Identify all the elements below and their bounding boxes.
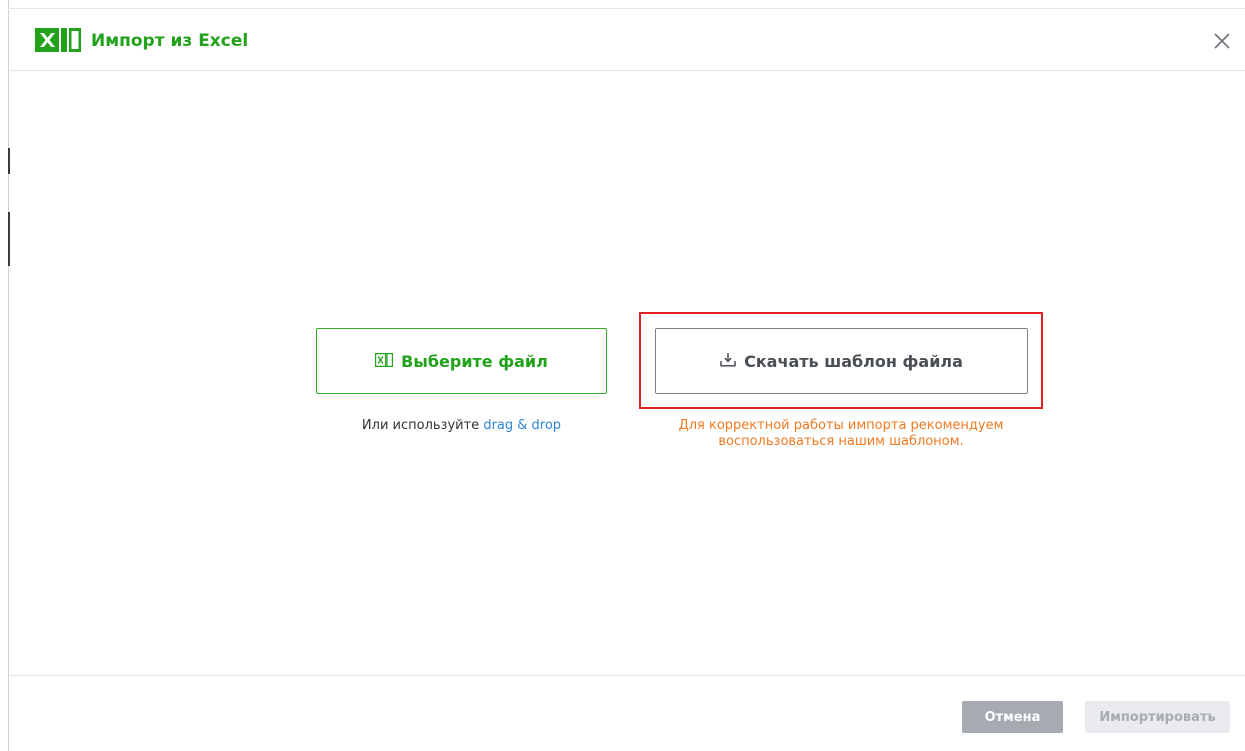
- template-recommendation: Для корректной работы импорта рекомендуе…: [639, 418, 1043, 450]
- download-template-label: Скачать шаблон файла: [744, 351, 963, 371]
- drag-drop-hint: Или используйте drag & drop: [316, 418, 607, 433]
- drag-drop-hint-text: Или используйте: [361, 418, 484, 433]
- background-edge-mark: [8, 148, 10, 174]
- background-edge: [8, 0, 9, 751]
- import-button[interactable]: Импортировать: [1085, 701, 1230, 733]
- excel-logo-icon: [35, 28, 81, 52]
- close-icon[interactable]: [1211, 30, 1233, 52]
- import-dialog: Импорт из Excel Выберите файл Или исполь…: [0, 0, 1245, 751]
- excel-file-icon: [375, 352, 394, 371]
- choose-file-label: Выберите файл: [401, 351, 548, 371]
- choose-file-button[interactable]: Выберите файл: [316, 328, 607, 394]
- download-template-button[interactable]: Скачать шаблон файла: [655, 328, 1028, 394]
- template-recommendation-line1: Для корректной работы импорта рекомендуе…: [678, 418, 1004, 433]
- drag-drop-link[interactable]: drag & drop: [483, 418, 561, 433]
- template-recommendation-line2: воспользоваться нашим шаблоном.: [718, 434, 964, 449]
- cancel-button[interactable]: Отмена: [962, 701, 1063, 733]
- dialog-title: Импорт из Excel: [91, 31, 249, 51]
- background-edge-mark: [8, 212, 10, 266]
- download-icon: [720, 352, 736, 371]
- dialog-header: Импорт из Excel: [10, 9, 1245, 71]
